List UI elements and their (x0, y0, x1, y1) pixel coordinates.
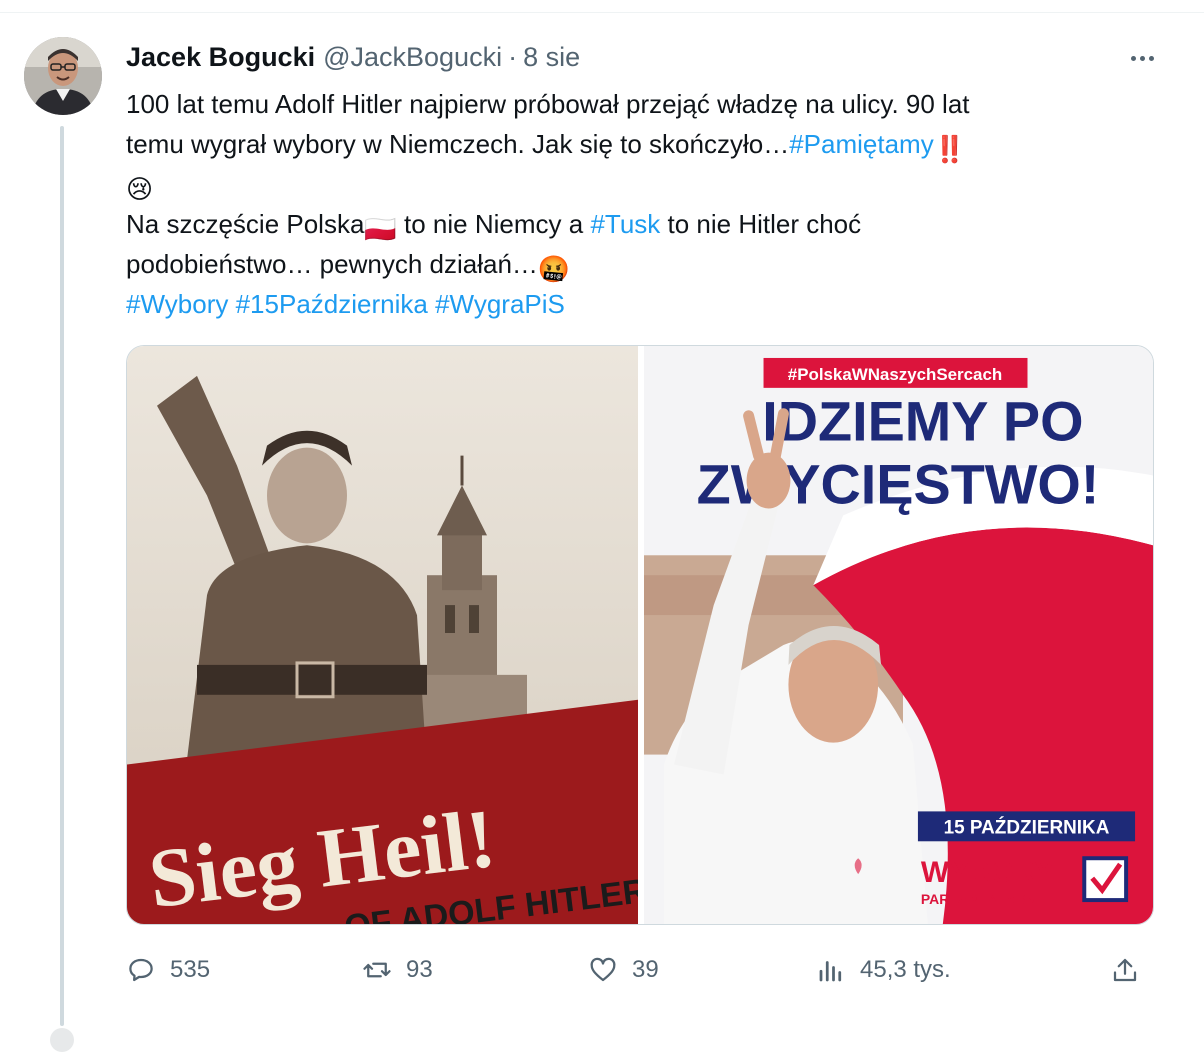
hashtag-wygrapis[interactable]: #WygraPiS (435, 289, 565, 319)
reply-icon (129, 958, 153, 982)
sepia-poster-image: Sieg Heil! OF ADOLF HITLER (127, 346, 638, 924)
reply-count: 535 (170, 956, 211, 983)
text-line-2: temu wygrał wybory w Niemczech. Jak się … (126, 124, 1156, 164)
tweet-header: Jacek Bogucki @JackBogucki · 8 sie (126, 40, 580, 74)
tweet-text: 100 lat temu Adolf Hitler najpierw próbo… (126, 84, 1156, 324)
separator-dot: · (508, 41, 518, 72)
text-line-6: #Wybory #15Października #WygraPiS (126, 284, 1156, 324)
avatar[interactable] (24, 37, 102, 115)
crying-face-emoji: 😢 (126, 174, 154, 204)
user-handle[interactable]: @JackBogucki (323, 42, 502, 73)
double-exclamation-emoji: ‼️ (933, 134, 967, 164)
views-button[interactable]: 45,3 tys. (816, 950, 951, 990)
tweet-actions-bar: 535 93 39 45,3 tys. (126, 950, 1154, 990)
share-button[interactable] (1110, 950, 1140, 990)
thread-line (60, 126, 64, 1026)
repost-count: 93 (406, 956, 433, 983)
cursing-face-emoji: 🤬 (537, 254, 571, 284)
poland-flag-emoji: 🇵🇱 (364, 214, 397, 244)
like-button[interactable]: 39 (588, 950, 659, 990)
media-image-left[interactable]: Sieg Heil! OF ADOLF HITLER (127, 346, 638, 924)
text-line-3: 😢 (126, 164, 1156, 204)
display-name[interactable]: Jacek Bogucki (126, 42, 315, 73)
next-avatar-edge (50, 1028, 74, 1052)
hashtag-pamietamy[interactable]: #Pamiętamy (789, 129, 934, 159)
media-image-right[interactable]: #PolskaWNaszychSercach IDZIEMY PO ZWYCIĘ… (644, 346, 1153, 924)
poster-hashtag: #PolskaWNaszychSercach (788, 365, 1002, 384)
repost-button[interactable]: 93 (362, 950, 433, 990)
repost-icon (363, 962, 391, 978)
text-line-4: Na szczęście Polska🇵🇱 to nie Niemcy a #T… (126, 204, 1156, 244)
view-count: 45,3 tys. (860, 956, 951, 983)
top-divider (0, 12, 1204, 13)
avatar-photo (24, 37, 102, 115)
reply-button[interactable]: 535 (126, 950, 210, 990)
share-icon (1113, 958, 1137, 982)
hashtag-wybory[interactable]: #Wybory (126, 289, 228, 319)
heart-icon (590, 957, 616, 982)
text-line-1: 100 lat temu Adolf Hitler najpierw próbo… (126, 89, 970, 119)
campaign-poster-image: #PolskaWNaszychSercach IDZIEMY PO ZWYCIĘ… (644, 346, 1153, 924)
media-attachment[interactable]: Sieg Heil! OF ADOLF HITLER #PolskaWNaszy… (126, 345, 1154, 925)
more-options-button[interactable] (1122, 44, 1162, 72)
like-count: 39 (632, 956, 659, 983)
analytics-icon (819, 961, 842, 982)
text-line-5: podobieństwo… pewnych działań…🤬 (126, 244, 1156, 284)
more-icon (1130, 55, 1136, 61)
hashtag-15-pazdziernika[interactable]: #15Października (236, 289, 428, 319)
poster-headline-1: IDZIEMY PO (762, 390, 1083, 453)
poster-date: 15 PAŹDZIERNIKA (944, 816, 1110, 838)
poster-logo-sub: PARLAMENTARNE (921, 891, 1046, 907)
poster-logo-main: WYBORY (921, 856, 1054, 889)
hashtag-tusk[interactable]: #Tusk (590, 209, 660, 239)
timestamp[interactable]: 8 sie (523, 42, 580, 73)
